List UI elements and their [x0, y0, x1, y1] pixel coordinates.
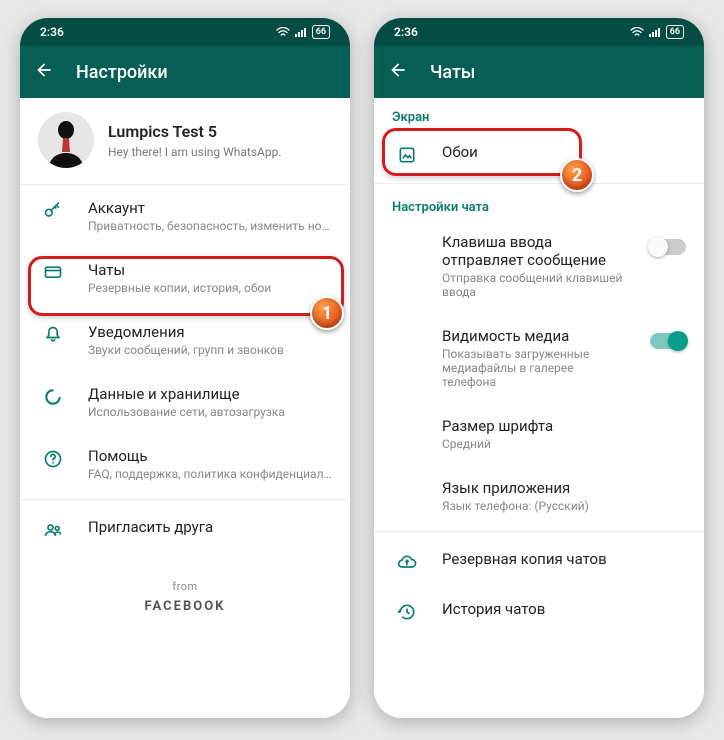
phone-left-settings: 2:36 66 Настройки Lumpics Test 5 Hey the…	[20, 18, 350, 718]
people-icon	[42, 520, 64, 540]
key-icon	[42, 201, 64, 221]
help-icon	[42, 449, 64, 469]
item-title: Уведомления	[88, 323, 332, 341]
section-screen: Экран	[374, 98, 704, 129]
item-title: Чаты	[88, 261, 332, 279]
profile-status: Hey there! I am using WhatsApp.	[108, 145, 282, 159]
status-time: 2:36	[40, 25, 64, 39]
settings-item-help[interactable]: Помощь FAQ, поддержка, политика конфиден…	[20, 433, 350, 495]
chats-settings-content: Экран Обои Настройки чата Клавиша ввода …	[374, 98, 704, 718]
appbar-title: Чаты	[430, 62, 475, 83]
item-title: Клавиша ввода отправляет сообщение	[442, 233, 626, 269]
item-subtitle: Отправка сообщений клавишей ввода	[442, 271, 626, 299]
item-title: Размер шрифта	[442, 417, 686, 435]
toggle-enter-send[interactable]	[650, 239, 686, 255]
back-icon[interactable]	[34, 60, 54, 85]
footer-from: from	[20, 580, 350, 593]
chat-item-enter-send[interactable]: Клавиша ввода отправляет сообщение Отпра…	[374, 219, 704, 313]
bell-icon	[42, 325, 64, 345]
chat-item-app-language[interactable]: Язык приложения Язык телефона: (Русский)	[374, 465, 704, 527]
status-right: 66	[630, 25, 684, 39]
battery-icon: 66	[312, 25, 330, 39]
chat-item-history[interactable]: История чатов	[374, 586, 704, 636]
settings-item-storage[interactable]: Данные и хранилище Использование сети, а…	[20, 371, 350, 433]
callout-badge-1: 1	[310, 296, 344, 330]
item-subtitle: Язык телефона: (Русский)	[442, 499, 686, 513]
section-chat-settings: Настройки чата	[374, 188, 704, 219]
item-title: Видимость медиа	[442, 327, 626, 345]
appbar-title: Настройки	[76, 62, 168, 83]
item-subtitle: Звуки сообщений, групп и звонков	[88, 343, 332, 357]
chat-item-font-size[interactable]: Размер шрифта Средний	[374, 403, 704, 465]
status-bar: 2:36 66	[374, 18, 704, 46]
wallpaper-icon	[396, 145, 418, 165]
callout-badge-2: 2	[560, 158, 594, 192]
item-title: Аккаунт	[88, 199, 332, 217]
settings-content: Lumpics Test 5 Hey there! I am using Wha…	[20, 98, 350, 718]
chat-item-backup[interactable]: Резервная копия чатов	[374, 536, 704, 586]
history-icon	[396, 602, 418, 622]
item-title: Помощь	[88, 447, 332, 465]
chat-icon	[42, 263, 64, 283]
settings-item-account[interactable]: Аккаунт Приватность, безопасность, измен…	[20, 185, 350, 247]
status-right: 66	[276, 25, 330, 39]
toggle-media-visibility[interactable]	[650, 333, 686, 349]
phone-right-chats: 2:36 66 Чаты Экран Обои Настройки чата	[374, 18, 704, 718]
chat-item-wallpaper[interactable]: Обои	[374, 129, 704, 179]
item-title: Данные и хранилище	[88, 385, 332, 403]
status-bar: 2:36 66	[20, 18, 350, 46]
item-title: Пригласить друга	[88, 518, 332, 536]
app-bar: Чаты	[374, 46, 704, 98]
footer-facebook: FACEBOOK	[20, 599, 350, 614]
signal-icon	[294, 27, 308, 37]
status-time: 2:36	[394, 25, 418, 39]
profile-row[interactable]: Lumpics Test 5 Hey there! I am using Wha…	[20, 98, 350, 185]
item-title: Обои	[442, 143, 686, 161]
chat-item-media-visibility[interactable]: Видимость медиа Показывать загруженные м…	[374, 313, 704, 403]
item-subtitle: FAQ, поддержка, политика конфиденциальн.…	[88, 467, 332, 481]
back-icon[interactable]	[388, 60, 408, 85]
settings-item-invite[interactable]: Пригласить друга	[20, 504, 350, 554]
item-subtitle: Резервные копии, история, обои	[88, 281, 332, 295]
item-title: Резервная копия чатов	[442, 550, 686, 568]
wifi-icon	[276, 27, 290, 37]
profile-name: Lumpics Test 5	[108, 122, 282, 141]
settings-item-chats[interactable]: Чаты Резервные копии, история, обои	[20, 247, 350, 309]
avatar	[38, 112, 94, 168]
item-subtitle: Приватность, безопасность, изменить номе…	[88, 219, 332, 233]
settings-item-notifications[interactable]: Уведомления Звуки сообщений, групп и зво…	[20, 309, 350, 371]
app-bar: Настройки	[20, 46, 350, 98]
item-subtitle: Использование сети, автозагрузка	[88, 405, 332, 419]
cloud-upload-icon	[396, 552, 418, 572]
item-title: История чатов	[442, 600, 686, 618]
data-usage-icon	[42, 387, 64, 407]
signal-icon	[648, 27, 662, 37]
item-subtitle: Показывать загруженные медиафайлы в гале…	[442, 347, 626, 389]
item-title: Язык приложения	[442, 479, 686, 497]
battery-icon: 66	[666, 25, 684, 39]
item-subtitle: Средний	[442, 437, 686, 451]
wifi-icon	[630, 27, 644, 37]
